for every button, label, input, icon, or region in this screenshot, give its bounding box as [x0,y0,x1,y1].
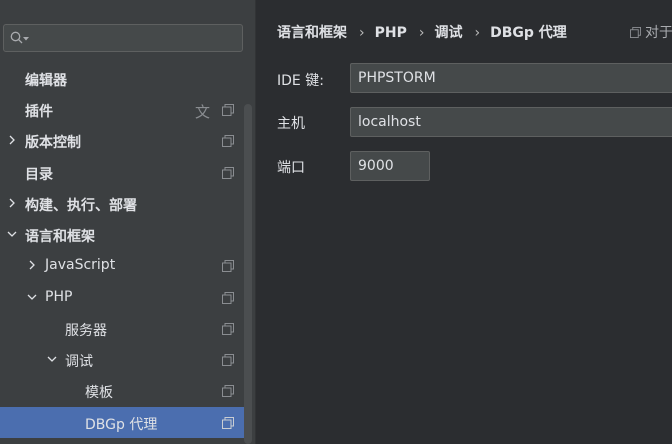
copy-settings-icon [630,27,641,38]
ide-key-field[interactable] [350,63,672,93]
chevron-down-icon[interactable] [27,292,37,302]
settings-sidebar: 编辑器 插件 文 版本控制 目录 构建、执行、部署 语言和框架 JavaScri… [0,0,255,444]
port-field[interactable] [350,151,430,181]
translate-icon: 文 [195,103,211,121]
tree-item-templates[interactable]: 模板 [0,375,252,406]
search-input[interactable] [3,24,243,52]
chevron-right-icon[interactable] [7,198,17,208]
host-field[interactable] [350,107,672,137]
breadcrumb-item[interactable]: 语言和框架 [277,22,347,42]
breadcrumb-item-current: DBGp 代理 [490,25,567,41]
chevron-down-icon[interactable] [7,229,17,239]
tree-item-label: 语言和框架 [25,229,95,245]
about-link[interactable]: 对于 [630,22,672,42]
ide-key-label: IDE 键: [277,73,324,89]
tree-item-label: JavaScript [45,257,116,273]
copy-settings-icon [222,323,234,335]
chevron-down-icon[interactable] [47,354,57,364]
tree-item-php[interactable]: PHP [0,282,252,313]
breadcrumb: 语言和框架 › PHP › 调试 › DBGp 代理 [277,22,567,42]
sidebar-scrollbar[interactable] [244,104,252,444]
tree-item-label: 版本控制 [25,135,81,151]
breadcrumb-separator: › [359,25,365,41]
tree-item-build-execution-deployment[interactable]: 构建、执行、部署 [0,188,252,219]
copy-settings-icon [222,135,234,147]
search-options-chevron-icon[interactable] [23,37,29,41]
chevron-right-icon[interactable] [27,260,37,270]
tree-item-label: 编辑器 [25,73,67,89]
tree-item-javascript[interactable]: JavaScript [0,250,252,281]
tree-item-label: DBGp 代理 [85,417,158,433]
breadcrumb-item[interactable]: PHP [375,25,407,41]
copy-settings-icon [222,167,234,179]
copy-settings-icon [222,260,234,272]
search-icon [10,31,23,44]
tree-item-label: 调试 [65,354,93,370]
breadcrumb-separator: › [418,25,425,41]
tree-item-plugins[interactable]: 插件 文 [0,94,252,125]
host-label: 主机 [277,116,305,132]
panel-divider[interactable] [255,0,256,444]
copy-settings-icon [222,385,234,397]
copy-settings-icon [222,354,234,366]
tree-item-directories[interactable]: 目录 [0,157,252,188]
tree-item-label: 目录 [25,167,53,183]
tree-item-debug[interactable]: 调试 [0,344,252,375]
tree-item-label: PHP [45,289,73,305]
tree-item-dbgp-proxy[interactable]: DBGp 代理 [0,407,252,438]
tree-item-label: 插件 [25,104,53,120]
tree-item-label: 构建、执行、部署 [25,198,137,214]
copy-settings-icon [222,417,234,429]
tree-item-servers[interactable]: 服务器 [0,313,252,344]
breadcrumb-separator: › [474,25,481,41]
tree-item-version-control[interactable]: 版本控制 [0,125,252,156]
port-label: 端口 [277,160,305,176]
copy-settings-icon [222,104,234,116]
about-link-label: 对于 [645,25,672,41]
tree-item-label: 模板 [85,385,113,401]
chevron-right-icon[interactable] [7,135,17,145]
breadcrumb-item[interactable]: 调试 [434,22,462,42]
copy-settings-icon [222,292,234,304]
tree-item-languages-frameworks[interactable]: 语言和框架 [0,219,252,250]
tree-item-editor[interactable]: 编辑器 [0,63,252,94]
tree-item-label: 服务器 [65,323,107,339]
